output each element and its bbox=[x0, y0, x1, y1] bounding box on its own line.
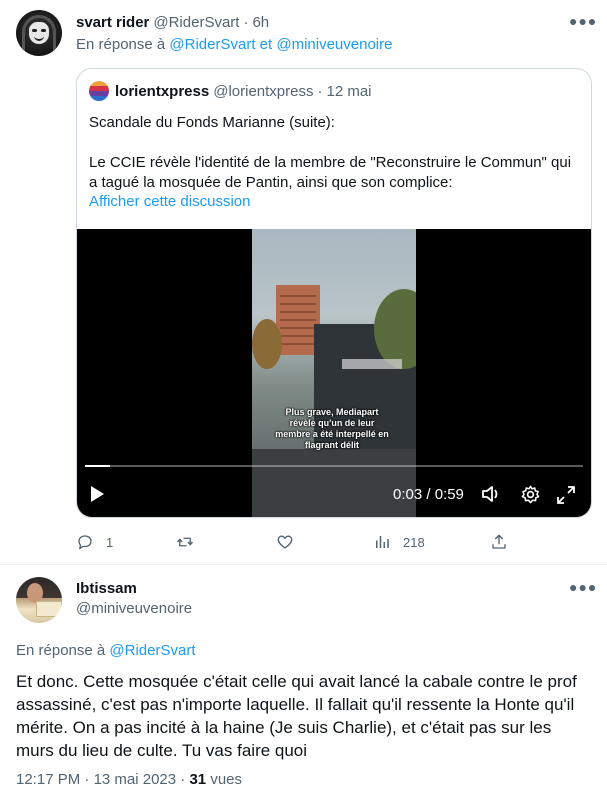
quote-date[interactable]: 12 mai bbox=[326, 83, 371, 100]
tweet-actions: 1 218 bbox=[76, 530, 516, 554]
views-icon bbox=[376, 536, 389, 548]
video-frame[interactable] bbox=[252, 229, 416, 517]
gear-icon[interactable] bbox=[521, 485, 540, 504]
retweet-button[interactable] bbox=[176, 530, 206, 554]
tweet-divider bbox=[0, 564, 607, 565]
tweet-header: svart rider @RiderSvart · 6h bbox=[76, 12, 269, 32]
video-ground bbox=[252, 449, 416, 517]
reply-user-link[interactable]: @RiderSvart bbox=[109, 642, 195, 659]
fullscreen-icon[interactable] bbox=[556, 485, 576, 505]
reply-context: En réponse à @RiderSvart et @miniveuveno… bbox=[76, 36, 392, 53]
quote-paragraph: Le CCIE révèle l'identité de la membre d… bbox=[89, 154, 572, 191]
video-sign bbox=[342, 359, 402, 369]
avatar-face bbox=[27, 583, 43, 603]
separator-dot: · bbox=[317, 82, 323, 100]
video-progress-bar[interactable] bbox=[85, 465, 583, 467]
video-player[interactable]: Plus grave, Mediapart révèle qu'un de le… bbox=[77, 229, 591, 517]
tweet-time[interactable]: 6h bbox=[252, 14, 269, 31]
show-thread-link[interactable]: Afficher cette discussion bbox=[89, 193, 250, 210]
display-name[interactable]: Ibtissam bbox=[76, 580, 137, 597]
reply-button[interactable]: 1 bbox=[76, 530, 113, 554]
reply-conjunction: et bbox=[259, 36, 273, 53]
like-button[interactable] bbox=[276, 530, 306, 554]
reply-user-link[interactable]: @RiderSvart bbox=[169, 36, 255, 53]
user-handle[interactable]: @miniveuvenoire bbox=[76, 600, 192, 617]
separator-dot: · bbox=[84, 771, 90, 788]
reply-icon bbox=[78, 535, 92, 550]
quoted-tweet[interactable]: lorientxpress @lorientxpress · 12 mai Sc… bbox=[76, 68, 592, 518]
reply-prefix: En réponse à bbox=[76, 36, 166, 53]
video-time: 0:03 / 0:59 bbox=[393, 486, 464, 503]
views-count: 31 bbox=[189, 771, 207, 788]
video-caption: Plus grave, Mediapart révèle qu'un de le… bbox=[275, 407, 389, 450]
user-handle[interactable]: @RiderSvart bbox=[153, 14, 239, 31]
like-icon bbox=[277, 535, 293, 549]
reply-count: 1 bbox=[106, 534, 114, 550]
tweet-time[interactable]: 12:17 PM bbox=[16, 771, 80, 788]
quote-handle[interactable]: @lorientxpress bbox=[213, 83, 313, 100]
tweet-body: Et donc. Cette mosquée c'était celle qui… bbox=[16, 672, 577, 760]
share-button[interactable] bbox=[490, 530, 508, 554]
retweet-icon bbox=[176, 537, 194, 547]
more-icon[interactable]: ●●● bbox=[569, 578, 596, 596]
quote-header: lorientxpress @lorientxpress · 12 mai bbox=[89, 81, 372, 101]
views-count: 218 bbox=[403, 534, 425, 550]
reply-context: En réponse à @RiderSvart bbox=[16, 642, 196, 659]
avatar-paper bbox=[36, 601, 62, 617]
share-icon bbox=[492, 534, 506, 549]
tweet-main[interactable]: svart rider @RiderSvart · 6h ●●● En répo… bbox=[0, 0, 607, 565]
quote-display-name[interactable]: lorientxpress bbox=[115, 83, 209, 100]
views-button[interactable]: 218 bbox=[373, 530, 425, 554]
reply-prefix: En réponse à bbox=[16, 642, 106, 659]
volume-icon[interactable] bbox=[481, 485, 501, 503]
tweet-date[interactable]: 13 mai 2023 bbox=[94, 771, 177, 788]
display-name[interactable]: svart rider bbox=[76, 14, 149, 31]
views-label: vues bbox=[210, 771, 243, 788]
quote-avatar[interactable] bbox=[89, 81, 109, 101]
tweet-meta: 12:17 PM · 13 mai 2023 · 31 vues bbox=[16, 771, 242, 788]
video-progress-fill bbox=[85, 465, 110, 467]
separator-dot: · bbox=[180, 771, 186, 788]
avatar[interactable] bbox=[16, 10, 62, 56]
play-icon[interactable] bbox=[91, 486, 104, 502]
quote-paragraph: Scandale du Fonds Marianne (suite): bbox=[89, 114, 335, 131]
avatar[interactable] bbox=[16, 577, 62, 623]
reply-user-link[interactable]: @miniveuvenoire bbox=[276, 36, 392, 53]
separator-dot: · bbox=[243, 13, 249, 31]
video-tree bbox=[252, 319, 282, 369]
avatar-mask bbox=[29, 22, 49, 44]
more-icon[interactable]: ●●● bbox=[569, 12, 596, 30]
